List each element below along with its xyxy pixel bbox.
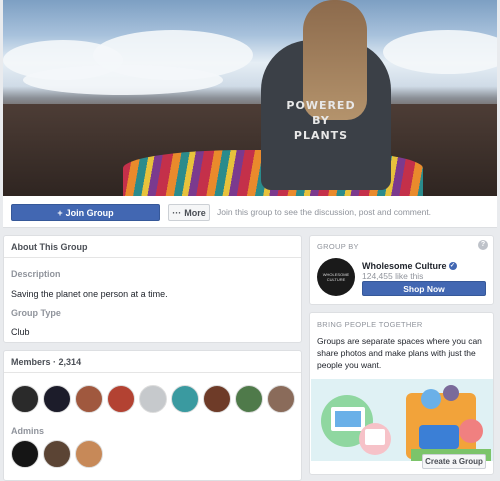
group-type-label: Group Type [11, 308, 61, 318]
avatar[interactable] [267, 385, 295, 413]
avatar[interactable] [75, 385, 103, 413]
shirt-print: POWERED BY PLANTS [286, 99, 356, 142]
about-group-card: About This Group Description Saving the … [3, 235, 302, 343]
avatar[interactable] [107, 385, 135, 413]
more-button[interactable]: ··· More [168, 204, 210, 221]
avatar[interactable] [11, 385, 39, 413]
group-by-heading: GROUP BY [317, 242, 359, 251]
verified-badge-icon: ✓ [448, 262, 457, 270]
admin-avatar[interactable] [75, 440, 103, 468]
page-logo[interactable]: WHOLESOME CULTURE [317, 258, 355, 296]
group-by-card: GROUP BY ? WHOLESOME CULTURE Wholesome C… [309, 235, 494, 305]
avatar[interactable] [139, 385, 167, 413]
members-title[interactable]: Members · 2,314 [4, 351, 301, 373]
question-icon[interactable]: ? [478, 240, 488, 250]
create-group-button[interactable]: Create a Group [422, 454, 486, 469]
group-action-bar: + Join Group ··· More Join this group to… [3, 196, 497, 228]
members-card: Members · 2,314 Admins [3, 350, 302, 481]
member-avatars [11, 385, 295, 413]
groups-illustration [311, 379, 493, 461]
description-text: Saving the planet one person at a time. [11, 289, 168, 299]
bring-heading: BRING PEOPLE TOGETHER [317, 320, 423, 329]
admin-avatars [11, 440, 103, 468]
join-group-button[interactable]: + Join Group [11, 204, 160, 221]
cover-photo: POWERED BY PLANTS [3, 0, 497, 196]
plus-icon: + [57, 207, 63, 218]
shop-now-button[interactable]: Shop Now [362, 281, 486, 296]
admin-avatar[interactable] [11, 440, 39, 468]
ellipsis-icon: ··· [172, 207, 182, 218]
page-likes: 124,455 like this [362, 271, 424, 281]
bring-description: Groups are separate spaces where you can… [317, 336, 482, 370]
avatar[interactable] [203, 385, 231, 413]
avatar[interactable] [235, 385, 263, 413]
join-hint-text: Join this group to see the discussion, p… [217, 207, 432, 217]
group-type-value: Club [11, 327, 30, 337]
about-title: About This Group [4, 236, 301, 258]
admins-label: Admins [11, 426, 45, 436]
avatar[interactable] [171, 385, 199, 413]
avatar[interactable] [43, 385, 71, 413]
bring-people-card: BRING PEOPLE TOGETHER Groups are separat… [309, 312, 494, 475]
page-name-link[interactable]: Wholesome Culture ✓ [362, 261, 457, 271]
admin-avatar[interactable] [43, 440, 71, 468]
description-label: Description [11, 269, 61, 279]
